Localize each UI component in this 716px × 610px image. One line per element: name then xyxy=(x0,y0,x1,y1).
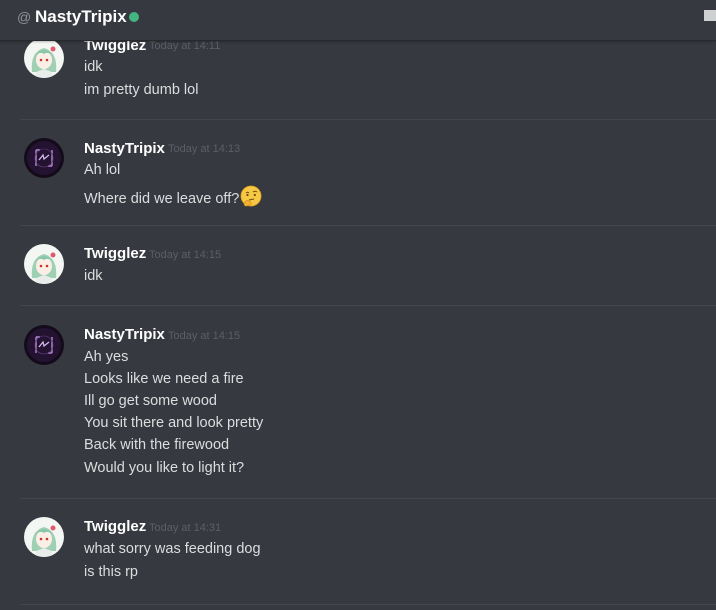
window-square-icon[interactable] xyxy=(704,10,716,21)
message-timestamp: Today at 14:15 xyxy=(168,330,241,342)
message-text: what sorry was feeding dog xyxy=(84,541,261,557)
message-divider xyxy=(20,305,716,306)
message-text: Back with the firewood xyxy=(84,437,230,453)
at-icon: @ xyxy=(17,9,32,25)
thinking-face-icon xyxy=(240,185,262,211)
message-author[interactable]: Twigglez xyxy=(84,518,146,535)
message-text: is this rp xyxy=(84,564,138,580)
anime-avatar-icon[interactable] xyxy=(24,517,64,557)
message-timestamp: Today at 14:15 xyxy=(149,249,222,261)
message-text: idk xyxy=(84,59,103,75)
anime-avatar-icon[interactable] xyxy=(24,244,64,284)
message-text: idk xyxy=(84,268,103,284)
online-status-icon xyxy=(129,12,139,22)
dm-username[interactable]: NastyTripix xyxy=(35,7,127,27)
message-text: Would you like to light it? xyxy=(84,460,245,476)
message-text: Ah lol xyxy=(84,162,121,178)
dark-logo-avatar-icon[interactable] xyxy=(24,138,64,178)
anime-avatar-icon[interactable] xyxy=(24,38,64,78)
message-divider xyxy=(20,498,716,499)
message-author[interactable]: NastyTripix xyxy=(84,140,165,157)
message-timestamp: Today at 14:13 xyxy=(168,143,241,155)
message-text: Ill go get some wood xyxy=(84,393,217,409)
message-author[interactable]: Twigglez xyxy=(84,245,146,262)
message-timestamp: Today at 14:31 xyxy=(149,522,222,534)
message-timestamp: Today at 14:11 xyxy=(149,40,221,52)
message-text: im pretty dumb lol xyxy=(84,82,199,98)
message-text: Looks like we need a fire xyxy=(84,371,244,387)
message-divider xyxy=(20,604,716,605)
message-text-content: Where did we leave off? xyxy=(84,191,240,207)
message-divider xyxy=(20,119,716,120)
message-text: You sit there and look pretty xyxy=(84,415,264,431)
message-text: Ah yes xyxy=(84,349,129,365)
channel-header: @ NastyTripix xyxy=(0,0,716,41)
message-author[interactable]: NastyTripix xyxy=(84,326,165,343)
dm-chat-window: @ NastyTripix Twigglez Today at 14:11 id… xyxy=(0,0,716,610)
message-text: Where did we leave off? xyxy=(84,185,262,211)
message-divider xyxy=(20,225,716,226)
dark-logo-avatar-icon[interactable] xyxy=(24,325,64,365)
